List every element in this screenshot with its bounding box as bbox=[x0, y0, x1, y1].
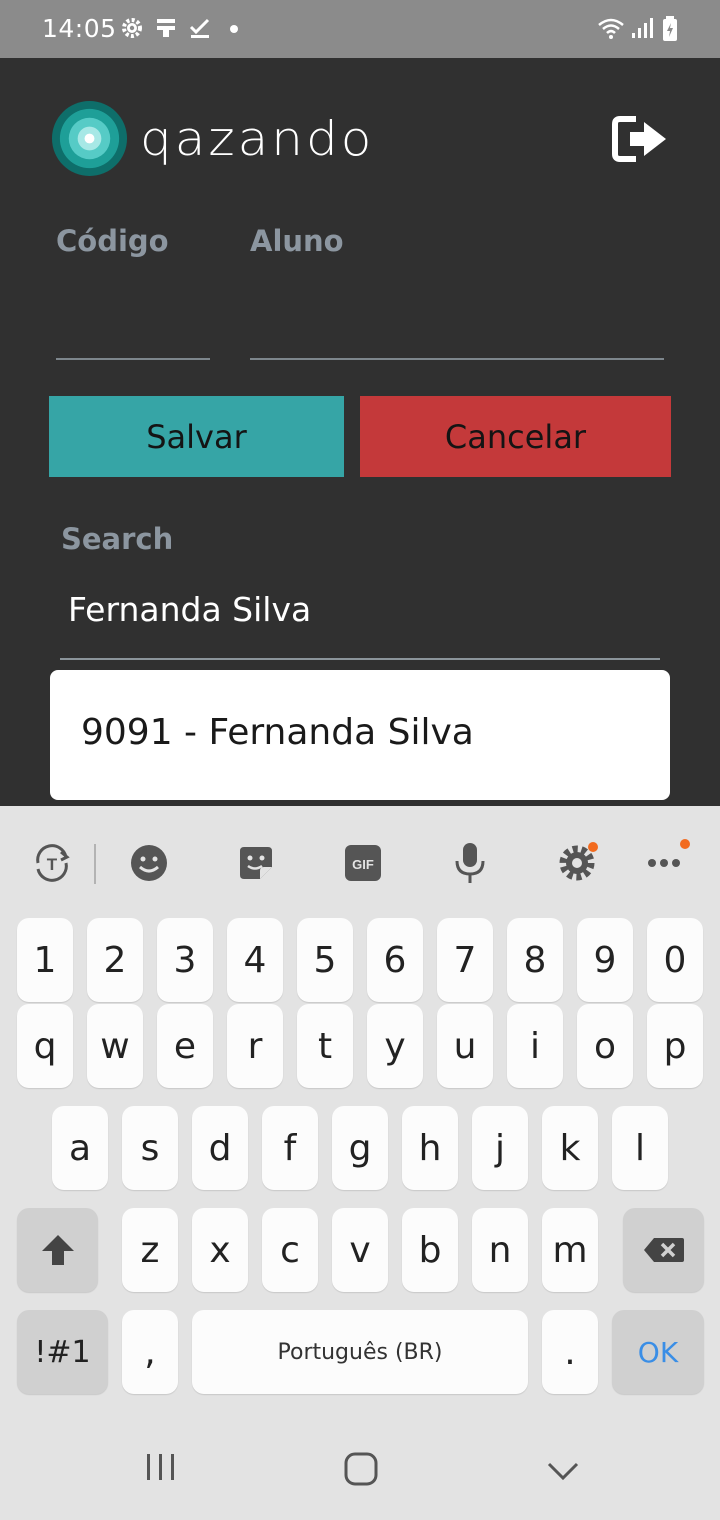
battery-icon bbox=[663, 16, 677, 41]
key-5[interactable]: 5 bbox=[297, 918, 353, 1002]
aluno-label: Aluno bbox=[250, 224, 344, 258]
logout-icon[interactable] bbox=[612, 116, 668, 162]
shift-icon bbox=[41, 1235, 74, 1265]
toolbar-separator bbox=[94, 844, 96, 884]
key-3[interactable]: 3 bbox=[157, 918, 213, 1002]
search-input[interactable]: Fernanda Silva bbox=[60, 566, 660, 660]
svg-text:T: T bbox=[47, 855, 58, 874]
gif-label: GIF bbox=[352, 857, 374, 872]
notification-status-icon bbox=[157, 19, 175, 37]
key-r[interactable]: r bbox=[227, 1004, 283, 1088]
key-m[interactable]: m bbox=[542, 1208, 598, 1292]
back-chevron-down-icon[interactable] bbox=[546, 1461, 580, 1481]
settings-status-icon bbox=[122, 18, 142, 38]
brand-logo-text: qazando bbox=[140, 111, 375, 167]
settings-badge-dot bbox=[588, 842, 598, 852]
ok-key[interactable]: OK bbox=[612, 1310, 704, 1394]
key-w[interactable]: w bbox=[87, 1004, 143, 1088]
period-key[interactable]: . bbox=[542, 1310, 598, 1394]
key-e[interactable]: e bbox=[157, 1004, 213, 1088]
key-s[interactable]: s bbox=[122, 1106, 178, 1190]
key-h[interactable]: h bbox=[402, 1106, 458, 1190]
aluno-field[interactable] bbox=[250, 320, 664, 360]
key-k[interactable]: k bbox=[542, 1106, 598, 1190]
status-bar: 14:05 bbox=[0, 0, 720, 58]
shift-key[interactable] bbox=[17, 1208, 98, 1292]
key-b[interactable]: b bbox=[402, 1208, 458, 1292]
key-o[interactable]: o bbox=[577, 1004, 633, 1088]
gif-icon[interactable]: GIF bbox=[338, 838, 388, 888]
recent-apps-icon[interactable] bbox=[145, 1452, 177, 1482]
key-f[interactable]: f bbox=[262, 1106, 318, 1190]
key-8[interactable]: 8 bbox=[507, 918, 563, 1002]
symbols-key[interactable]: !#1 bbox=[17, 1310, 108, 1394]
key-1[interactable]: 1 bbox=[17, 918, 73, 1002]
search-label: Search bbox=[61, 522, 174, 556]
key-y[interactable]: y bbox=[367, 1004, 423, 1088]
key-a[interactable]: a bbox=[52, 1106, 108, 1190]
more-badge-dot bbox=[680, 839, 690, 849]
cancel-button[interactable]: Cancelar bbox=[360, 396, 671, 477]
key-n[interactable]: n bbox=[472, 1208, 528, 1292]
signal-icon bbox=[632, 18, 653, 38]
key-2[interactable]: 2 bbox=[87, 918, 143, 1002]
key-0[interactable]: 0 bbox=[647, 918, 703, 1002]
key-c[interactable]: c bbox=[262, 1208, 318, 1292]
space-key[interactable]: Português (BR) bbox=[192, 1310, 528, 1394]
keyboard: T GIF 1 2 3 4 5 6 7 8 9 0 q w e r t y u … bbox=[0, 806, 720, 1520]
codigo-label: Código bbox=[56, 224, 169, 258]
key-g[interactable]: g bbox=[332, 1106, 388, 1190]
microphone-icon[interactable] bbox=[445, 838, 495, 888]
task-done-status-icon bbox=[189, 18, 210, 38]
key-4[interactable]: 4 bbox=[227, 918, 283, 1002]
key-i[interactable]: i bbox=[507, 1004, 563, 1088]
autocomplete-suggestion[interactable]: 9091 - Fernanda Silva bbox=[50, 670, 670, 800]
key-u[interactable]: u bbox=[437, 1004, 493, 1088]
codigo-field[interactable] bbox=[56, 320, 210, 360]
translate-icon[interactable]: T bbox=[27, 838, 77, 888]
key-l[interactable]: l bbox=[612, 1106, 668, 1190]
key-9[interactable]: 9 bbox=[577, 918, 633, 1002]
key-j[interactable]: j bbox=[472, 1106, 528, 1190]
key-q[interactable]: q bbox=[17, 1004, 73, 1088]
save-button[interactable]: Salvar bbox=[49, 396, 344, 477]
key-6[interactable]: 6 bbox=[367, 918, 423, 1002]
key-d[interactable]: d bbox=[192, 1106, 248, 1190]
key-z[interactable]: z bbox=[122, 1208, 178, 1292]
emoji-icon[interactable] bbox=[124, 838, 174, 888]
backspace-key[interactable] bbox=[623, 1208, 704, 1292]
logo-icon bbox=[51, 100, 128, 177]
comma-key[interactable]: , bbox=[122, 1310, 178, 1394]
sticker-icon[interactable] bbox=[231, 838, 281, 888]
key-7[interactable]: 7 bbox=[437, 918, 493, 1002]
key-v[interactable]: v bbox=[332, 1208, 388, 1292]
key-t[interactable]: t bbox=[297, 1004, 353, 1088]
key-p[interactable]: p bbox=[647, 1004, 703, 1088]
backspace-icon bbox=[643, 1238, 684, 1262]
status-time: 14:05 bbox=[42, 14, 117, 43]
app-content: qazando Código Aluno Salvar Cancelar Sea… bbox=[0, 58, 720, 806]
wifi-icon bbox=[598, 18, 624, 39]
dot-status-icon bbox=[230, 25, 238, 33]
key-x[interactable]: x bbox=[192, 1208, 248, 1292]
home-icon[interactable] bbox=[344, 1452, 378, 1486]
